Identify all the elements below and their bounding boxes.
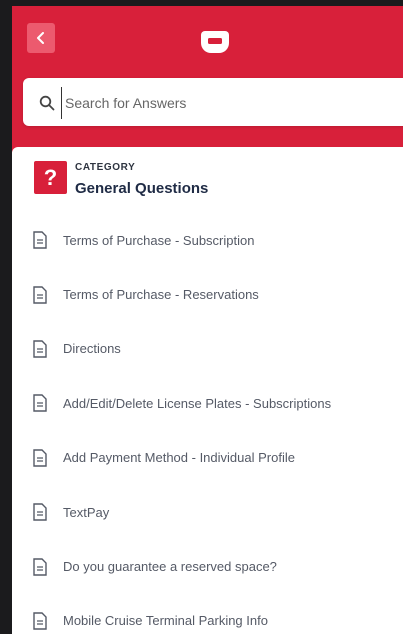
article-title: Add Payment Method - Individual Profile — [63, 450, 295, 466]
article-title: Terms of Purchase - Subscription — [63, 232, 255, 248]
document-icon — [33, 285, 47, 304]
chevron-left-icon — [37, 32, 44, 44]
document-icon — [33, 557, 47, 576]
back-button[interactable] — [27, 23, 55, 53]
document-icon — [33, 340, 47, 358]
search-icon — [39, 95, 55, 111]
document-icon — [33, 394, 47, 413]
article-title: Mobile Cruise Terminal Parking Info — [63, 613, 268, 629]
article-item[interactable]: TextPay — [12, 485, 403, 539]
article-item[interactable]: Do you guarantee a reserved space? — [12, 539, 403, 593]
document-icon — [33, 231, 47, 249]
brand-logo-icon — [201, 31, 229, 53]
article-item[interactable]: Terms of Purchase - Subscription — [12, 213, 403, 267]
search-bar — [23, 78, 403, 126]
article-list: Terms of Purchase - Subscription Terms o… — [12, 213, 403, 634]
question-mark-icon: ? — [34, 161, 67, 194]
article-item[interactable]: Mobile Cruise Terminal Parking Info — [12, 594, 403, 634]
document-icon — [33, 503, 47, 521]
help-panel: ? CATEGORY General Questions Terms of Pu… — [12, 6, 403, 634]
category-label: CATEGORY — [75, 162, 136, 173]
article-title: Terms of Purchase - Reservations — [63, 287, 259, 303]
article-item[interactable]: Add Payment Method - Individual Profile — [12, 431, 403, 485]
search-input[interactable] — [61, 87, 397, 119]
category-title: General Questions — [75, 180, 209, 197]
article-title: Directions — [63, 341, 121, 357]
article-item[interactable]: Directions — [12, 322, 403, 376]
document-icon — [33, 449, 47, 467]
article-title: TextPay — [63, 504, 110, 520]
article-item[interactable]: Terms of Purchase - Reservations — [12, 267, 403, 321]
article-item[interactable]: Add/Edit/Delete License Plates - Subscri… — [12, 376, 403, 430]
document-icon — [33, 612, 47, 630]
category-content: ? CATEGORY General Questions Terms of Pu… — [12, 147, 403, 634]
article-title: Add/Edit/Delete License Plates - Subscri… — [63, 395, 332, 411]
article-title: Do you guarantee a reserved space? — [63, 559, 277, 575]
